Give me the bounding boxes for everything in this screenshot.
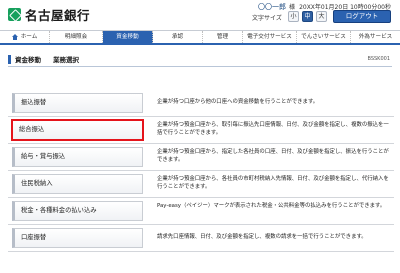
home-icon [11, 34, 19, 40]
menu-description: 企業が持つ預金口座から、指定した各社員の口座、日付、及び金額を指定し、振込を行う… [157, 149, 389, 163]
divider [8, 251, 394, 252]
bank-logo-icon [8, 8, 21, 21]
font-size-label: 文字サイズ [252, 15, 282, 22]
font-size-small-button[interactable]: 小 [288, 11, 299, 22]
nav-electronic-delivery[interactable]: 電子交付サービス [243, 31, 297, 43]
nav-densai[interactable]: でんさいサービス [297, 31, 351, 43]
user-honorific: 様 [289, 4, 296, 11]
divider [8, 170, 394, 171]
divider [8, 143, 394, 144]
font-size-medium-button[interactable]: 中 [302, 11, 313, 22]
font-size-large-button[interactable]: 大 [316, 11, 327, 22]
nav-home-label: ホーム [20, 34, 38, 40]
user-name: 〇〇一郎 [258, 3, 287, 11]
transfer-button[interactable]: 振込振替 [12, 93, 143, 113]
screen-id: BSSK001 [367, 56, 390, 62]
menu-description: 企業が持つ預金口座から、各社員の市町村税納入先情報、日付、及び金額を指定し、代行… [157, 176, 389, 190]
menu-description: 請求先口座情報、日付、及び金額を指定し、複数の請求を一括で行うことができます。 [157, 234, 367, 240]
menu-description: 企業が持つ口座から他の口座への資金移動を行うことができます。 [157, 99, 319, 105]
divider [8, 224, 394, 225]
nav-approval[interactable]: 承認 [153, 31, 203, 43]
page-title: 資金移動 業務選択 [15, 54, 79, 64]
bank-name: 名古屋銀行 [25, 8, 91, 23]
nav-home[interactable]: ホーム [0, 31, 50, 43]
logout-button[interactable]: ログアウト [333, 10, 391, 23]
tax-payment-button[interactable]: 税金・各種料金の払い込み [12, 201, 143, 221]
page-subtitle: 業務選択 [53, 56, 79, 64]
divider [8, 116, 394, 117]
menu-description: Pay-easy（ペイジー）マークが表示された税金・公共料金等の払込みを行うこと… [157, 203, 386, 209]
nav-management[interactable]: 管理 [203, 31, 243, 43]
global-nav: ホーム 明細照会 資金移動 承認 管理 電子交付サービス でんさいサービス 外為… [0, 30, 400, 45]
bank-logo[interactable]: 名古屋銀行 [8, 5, 90, 24]
divider [8, 197, 394, 198]
nav-foreign-exchange[interactable]: 外為サービス [351, 31, 400, 43]
nav-fund-transfer[interactable]: 資金移動 [103, 31, 153, 43]
account-debit-button[interactable]: 口座振替 [12, 228, 143, 248]
header: 名古屋銀行 〇〇一郎様 20XX年01月20日 10時00分00秒 文字サイズ 小… [0, 0, 400, 30]
section-marker-icon [8, 55, 11, 64]
resident-tax-button[interactable]: 住民税納入 [12, 174, 143, 194]
bulk-transfer-button[interactable]: 総合振込 [11, 119, 144, 141]
page-header: 資金移動 業務選択 BSSK001 [8, 53, 392, 67]
salary-transfer-button[interactable]: 給与・賞与振込 [12, 147, 143, 167]
page-section: 資金移動 [15, 56, 41, 64]
nav-statements[interactable]: 明細照会 [50, 31, 103, 43]
menu-description: 企業が持つ預金口座から、取引毎に振込先口座情報、日付、及び金額を指定し、複数の振… [157, 122, 389, 136]
